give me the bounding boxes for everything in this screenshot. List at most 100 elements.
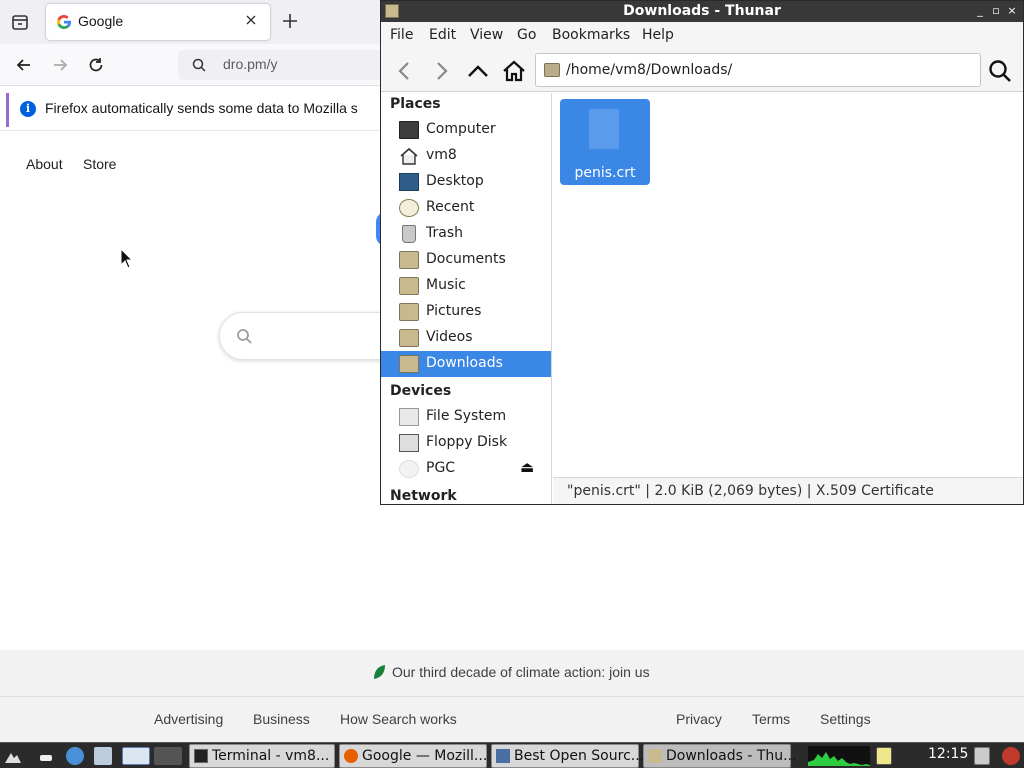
sidebar-item-pgc[interactable]: PGC ⏏ — [381, 456, 551, 482]
maximize-icon[interactable]: ▫ — [989, 4, 1003, 18]
terminal-icon — [194, 749, 208, 763]
sidebar-item-floppy-disk[interactable]: Floppy Disk — [381, 430, 551, 456]
forward-icon[interactable] — [50, 55, 70, 75]
task-thunar[interactable]: Downloads - Thu... — [643, 744, 796, 768]
menu-view[interactable]: View — [470, 27, 503, 43]
show-desktop-icon[interactable] — [40, 755, 52, 761]
how-search-works-link[interactable]: How Search works — [340, 711, 457, 727]
status-text: "penis.crt" | 2.0 KiB (2,069 bytes) | X.… — [567, 483, 934, 499]
optical-disc-icon — [399, 460, 419, 478]
sidebar-item-downloads[interactable]: Downloads — [381, 351, 551, 377]
browser-tab-google[interactable]: Google — [46, 4, 270, 40]
computer-icon — [399, 121, 419, 139]
privacy-link[interactable]: Privacy — [676, 711, 722, 727]
workspace-2-icon[interactable] — [154, 747, 182, 765]
home-icon[interactable] — [501, 58, 527, 84]
close-window-icon[interactable]: × — [1005, 4, 1019, 18]
leaf-icon — [374, 665, 385, 679]
eject-icon[interactable]: ⏏ — [520, 458, 534, 476]
google-footer: Our third decade of climate action: join… — [0, 650, 1024, 742]
sidebar-item-desktop[interactable]: Desktop — [381, 169, 551, 195]
network-icon[interactable] — [902, 747, 920, 765]
terms-link[interactable]: Terms — [752, 711, 790, 727]
recent-icon — [399, 199, 419, 217]
power-icon[interactable] — [1002, 747, 1020, 765]
search-icon — [237, 329, 252, 344]
sidebar-item-label: File System — [426, 408, 507, 424]
sidebar-item-trash[interactable]: Trash — [381, 221, 551, 247]
sidebar-item-pictures[interactable]: Pictures — [381, 299, 551, 325]
parent-folder-icon[interactable] — [465, 58, 491, 84]
sidebar-item-label: Pictures — [426, 303, 482, 319]
sidebar-item-computer[interactable]: Computer — [381, 117, 551, 143]
google-favicon-icon — [57, 15, 71, 29]
task-terminal[interactable]: Terminal - vm8... — [189, 744, 335, 768]
business-link[interactable]: Business — [253, 711, 310, 727]
location-path: /home/vm8/Downloads/ — [566, 62, 733, 78]
url-text: dro.pm/y — [223, 56, 278, 72]
close-tab-icon[interactable] — [244, 13, 258, 27]
notification-accent-bar — [6, 93, 9, 127]
back-icon[interactable] — [392, 58, 418, 84]
trash-icon — [402, 225, 416, 243]
folder-icon — [399, 251, 419, 269]
folder-icon — [399, 355, 419, 373]
thunar-window: Downloads - Thunar _ ▫ × File Edit View … — [380, 0, 1024, 505]
thunar-menu-bar: File Edit View Go Bookmarks Help — [381, 22, 1023, 48]
new-tab-icon[interactable] — [280, 11, 300, 31]
certificate-file-icon — [589, 109, 619, 149]
sidebar-item-label: Music — [426, 277, 466, 293]
file-item[interactable]: penis.crt — [560, 99, 650, 185]
file-name: penis.crt — [574, 165, 636, 181]
workspace-1-icon[interactable] — [122, 747, 150, 765]
back-icon[interactable] — [14, 55, 34, 75]
folder-icon — [399, 277, 419, 295]
minimize-icon[interactable]: _ — [973, 4, 987, 18]
location-bar[interactable]: /home/vm8/Downloads/ — [535, 53, 981, 87]
sidebar-item-label: Desktop — [426, 173, 484, 189]
advertising-link[interactable]: Advertising — [154, 711, 223, 727]
forward-icon[interactable] — [428, 58, 454, 84]
sidebar-item-vm8[interactable]: vm8 — [381, 143, 551, 169]
task-best-open-source[interactable]: Best Open Sourc... — [491, 744, 644, 768]
web-browser-icon[interactable] — [66, 747, 84, 765]
url-bar[interactable]: dro.pm/y — [178, 50, 398, 80]
thunar-sidebar: Places Computer vm8 Desktop Recent Trash… — [381, 93, 552, 504]
reload-icon[interactable] — [86, 55, 106, 75]
folder-icon — [544, 63, 560, 77]
task-label: Terminal - vm8... — [212, 748, 330, 764]
settings-link[interactable]: Settings — [820, 711, 871, 727]
desktop-icon — [399, 173, 419, 191]
sidebar-item-label: Trash — [426, 225, 463, 241]
cpu-graph — [808, 746, 870, 766]
task-firefox[interactable]: Google — Mozill... — [339, 744, 487, 768]
sidebar-item-file-system[interactable]: File System — [381, 404, 551, 430]
sidebar-item-recent[interactable]: Recent — [381, 195, 551, 221]
sidebar-item-music[interactable]: Music — [381, 273, 551, 299]
menu-edit[interactable]: Edit — [429, 27, 456, 43]
store-link[interactable]: Store — [83, 156, 116, 172]
file-view[interactable]: penis.crt — [553, 93, 1023, 477]
search-icon[interactable] — [987, 58, 1013, 84]
tray-icon[interactable] — [974, 747, 990, 765]
file-manager-icon[interactable] — [94, 747, 112, 765]
menu-file[interactable]: File — [390, 27, 413, 43]
clock[interactable]: 12:15 — [928, 746, 968, 762]
sidebar-item-documents[interactable]: Documents — [381, 247, 551, 273]
menu-go[interactable]: Go — [517, 27, 536, 43]
info-icon: i — [20, 101, 36, 117]
menu-bookmarks[interactable]: Bookmarks — [552, 27, 630, 43]
sidebar-item-label: Computer — [426, 121, 496, 137]
sidebar-item-videos[interactable]: Videos — [381, 325, 551, 351]
sidebar-item-label: Floppy Disk — [426, 434, 508, 450]
folder-icon — [399, 329, 419, 347]
climate-action-link[interactable]: Our third decade of climate action: join… — [392, 664, 650, 680]
clipboard-icon[interactable] — [876, 747, 892, 765]
tab-title: Google — [78, 13, 124, 29]
menu-help[interactable]: Help — [642, 27, 674, 43]
about-link[interactable]: About — [26, 156, 63, 172]
thunar-title-bar[interactable]: Downloads - Thunar _ ▫ × — [381, 1, 1023, 22]
tab-list-icon[interactable] — [8, 10, 32, 34]
folder-icon — [399, 303, 419, 321]
start-menu-icon[interactable] — [4, 747, 22, 765]
